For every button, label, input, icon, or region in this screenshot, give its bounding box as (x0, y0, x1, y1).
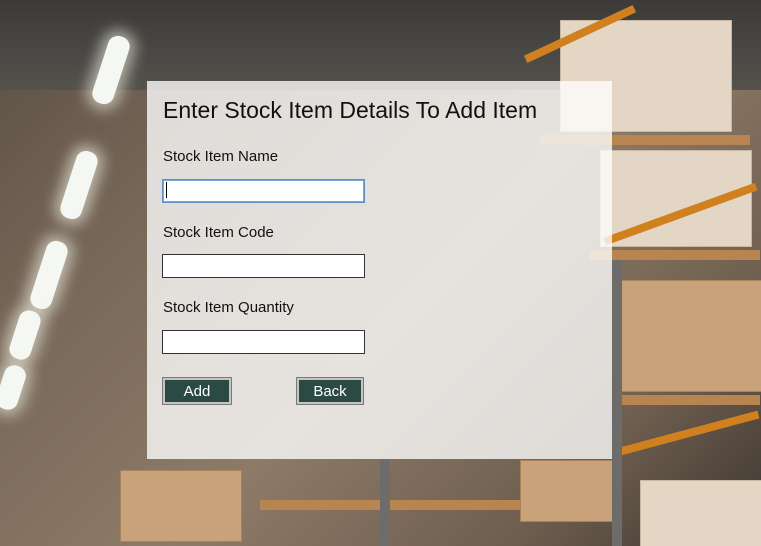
pallet (620, 395, 760, 405)
rack-post (380, 460, 390, 546)
back-button[interactable]: Back (296, 377, 364, 405)
stock-box (520, 460, 622, 522)
add-button[interactable]: Add (162, 377, 232, 405)
stock-item-name-input[interactable] (162, 179, 365, 203)
stock-box (620, 280, 761, 392)
stock-item-quantity-label: Stock Item Quantity (163, 299, 294, 316)
stock-item-code-input[interactable] (162, 254, 365, 278)
ceiling-light (0, 362, 29, 413)
ceiling-light (27, 238, 71, 312)
stock-item-name-label: Stock Item Name (163, 148, 279, 165)
rack-beam (611, 410, 760, 458)
pallet (260, 500, 520, 510)
stock-item-code-label: Stock Item Code (163, 224, 274, 241)
text-caret (166, 182, 167, 198)
stock-box (640, 480, 761, 546)
rack-post (612, 260, 622, 546)
pallet (590, 250, 760, 260)
stock-item-quantity-input[interactable] (162, 330, 365, 354)
page-title: Enter Stock Item Details To Add Item (163, 97, 538, 123)
stock-box (120, 470, 242, 542)
ceiling-light (57, 148, 101, 222)
ceiling-light (6, 307, 44, 363)
add-item-form-panel: Enter Stock Item Details To Add Item Sto… (147, 81, 612, 459)
